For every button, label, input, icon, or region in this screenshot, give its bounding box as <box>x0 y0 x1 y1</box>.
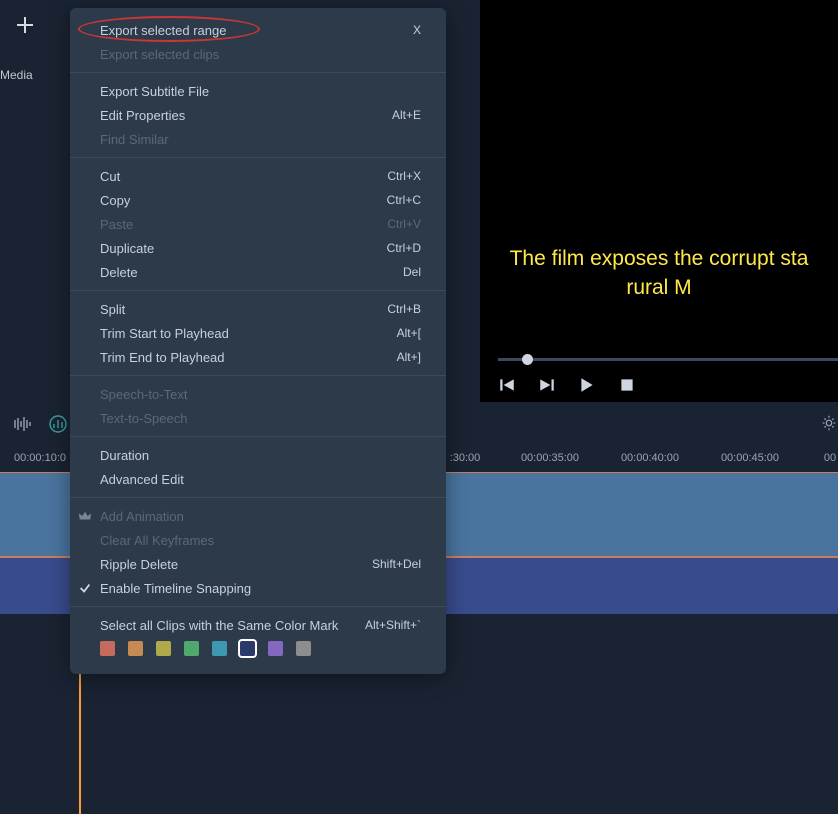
menu-item-shortcut: Ctrl+V <box>387 217 421 231</box>
slider-track <box>498 358 838 361</box>
menu-paste: Paste Ctrl+V <box>70 212 446 236</box>
menu-edit-properties[interactable]: Edit Properties Alt+E <box>70 103 446 127</box>
step-back-button[interactable] <box>498 376 516 394</box>
time-tick: 00:00:35:00 <box>521 452 579 464</box>
color-swatch[interactable] <box>268 641 283 656</box>
menu-item-shortcut: Ctrl+X <box>387 169 421 183</box>
menu-item-shortcut: X <box>413 23 421 37</box>
time-tick: 00:00:45:00 <box>721 452 779 464</box>
slider-thumb[interactable] <box>522 354 533 365</box>
menu-export-selected-range[interactable]: Export selected range X <box>70 18 446 42</box>
menu-select-clips-same-color[interactable]: Select all Clips with the Same Color Mar… <box>70 613 446 637</box>
color-swatch[interactable] <box>296 641 311 656</box>
menu-item-label: Export selected clips <box>100 47 421 62</box>
menu-ripple-delete[interactable]: Ripple Delete Shift+Del <box>70 552 446 576</box>
time-tick: 00:00:40:00 <box>621 452 679 464</box>
menu-duplicate[interactable]: Duplicate Ctrl+D <box>70 236 446 260</box>
play-button[interactable] <box>578 376 596 394</box>
audio-meter-icon[interactable] <box>48 414 68 434</box>
media-tab-label[interactable]: Media <box>0 68 33 82</box>
menu-trim-start-to-playhead[interactable]: Trim Start to Playhead Alt+[ <box>70 321 446 345</box>
add-button[interactable] <box>13 13 37 37</box>
caption-line: The film exposes the corrupt sta <box>494 245 824 273</box>
menu-item-shortcut: Alt+E <box>392 108 421 122</box>
menu-item-shortcut: Alt+Shift+` <box>365 618 421 632</box>
menu-duration[interactable]: Duration <box>70 443 446 467</box>
time-tick: 00:00:10:0 <box>14 452 66 464</box>
menu-item-label: Find Similar <box>100 132 421 147</box>
waveform-icon[interactable] <box>12 414 32 434</box>
menu-item-label: Duration <box>100 448 421 463</box>
menu-trim-end-to-playhead[interactable]: Trim End to Playhead Alt+] <box>70 345 446 369</box>
color-swatch[interactable] <box>100 641 115 656</box>
menu-item-label: Edit Properties <box>100 108 392 123</box>
menu-enable-timeline-snapping[interactable]: Enable Timeline Snapping <box>70 576 446 600</box>
menu-item-label: Export Subtitle File <box>100 84 421 99</box>
caption-line: rural M <box>494 274 824 302</box>
stop-button[interactable] <box>618 376 636 394</box>
menu-speech-to-text: Speech-to-Text <box>70 382 446 406</box>
menu-split[interactable]: Split Ctrl+B <box>70 297 446 321</box>
menu-text-to-speech: Text-to-Speech <box>70 406 446 430</box>
menu-add-animation: Add Animation <box>70 504 446 528</box>
color-swatch[interactable] <box>156 641 171 656</box>
step-forward-button[interactable] <box>538 376 556 394</box>
gear-icon[interactable] <box>820 414 838 432</box>
menu-item-shortcut: Ctrl+C <box>387 193 421 207</box>
menu-item-label: Clear All Keyframes <box>100 533 421 548</box>
video-caption: The film exposes the corrupt sta rural M <box>480 245 838 302</box>
timeline-toolbar <box>12 414 68 434</box>
menu-item-label: Copy <box>100 193 387 208</box>
menu-clear-all-keyframes: Clear All Keyframes <box>70 528 446 552</box>
menu-item-label: Add Animation <box>100 509 421 524</box>
color-swatch-row <box>70 637 446 664</box>
video-preview: The film exposes the corrupt sta rural M <box>480 0 838 402</box>
menu-item-label: Paste <box>100 217 387 232</box>
preview-controls <box>498 376 636 394</box>
color-swatch[interactable] <box>128 641 143 656</box>
menu-delete[interactable]: Delete Del <box>70 260 446 284</box>
menu-item-label: Trim Start to Playhead <box>100 326 397 341</box>
menu-item-label: Export selected range <box>100 23 413 38</box>
menu-item-label: Select all Clips with the Same Color Mar… <box>100 618 365 633</box>
color-swatch[interactable] <box>212 641 227 656</box>
time-tick: :30:00 <box>450 452 481 464</box>
preview-progress-slider[interactable] <box>498 354 838 364</box>
crown-icon <box>78 509 92 523</box>
time-tick: 00 <box>824 452 836 464</box>
menu-item-label: Cut <box>100 169 387 184</box>
menu-item-shortcut: Alt+[ <box>397 326 421 340</box>
menu-item-shortcut: Shift+Del <box>372 557 421 571</box>
check-icon <box>78 581 92 595</box>
menu-item-label: Text-to-Speech <box>100 411 421 426</box>
menu-export-selected-clips: Export selected clips <box>70 42 446 66</box>
menu-item-label: Enable Timeline Snapping <box>100 581 421 596</box>
menu-item-label: Advanced Edit <box>100 472 421 487</box>
menu-item-shortcut: Ctrl+B <box>387 302 421 316</box>
menu-item-shortcut: Ctrl+D <box>387 241 421 255</box>
menu-item-shortcut: Del <box>403 265 421 279</box>
menu-item-label: Trim End to Playhead <box>100 350 397 365</box>
context-menu: Export selected range X Export selected … <box>70 8 446 674</box>
menu-export-subtitle-file[interactable]: Export Subtitle File <box>70 79 446 103</box>
color-swatch[interactable] <box>240 641 255 656</box>
menu-item-label: Speech-to-Text <box>100 387 421 402</box>
menu-item-label: Ripple Delete <box>100 557 372 572</box>
menu-copy[interactable]: Copy Ctrl+C <box>70 188 446 212</box>
color-swatch[interactable] <box>184 641 199 656</box>
menu-item-label: Split <box>100 302 387 317</box>
menu-item-label: Duplicate <box>100 241 387 256</box>
menu-item-shortcut: Alt+] <box>397 350 421 364</box>
menu-advanced-edit[interactable]: Advanced Edit <box>70 467 446 491</box>
menu-item-label: Delete <box>100 265 403 280</box>
menu-cut[interactable]: Cut Ctrl+X <box>70 164 446 188</box>
menu-find-similar: Find Similar <box>70 127 446 151</box>
